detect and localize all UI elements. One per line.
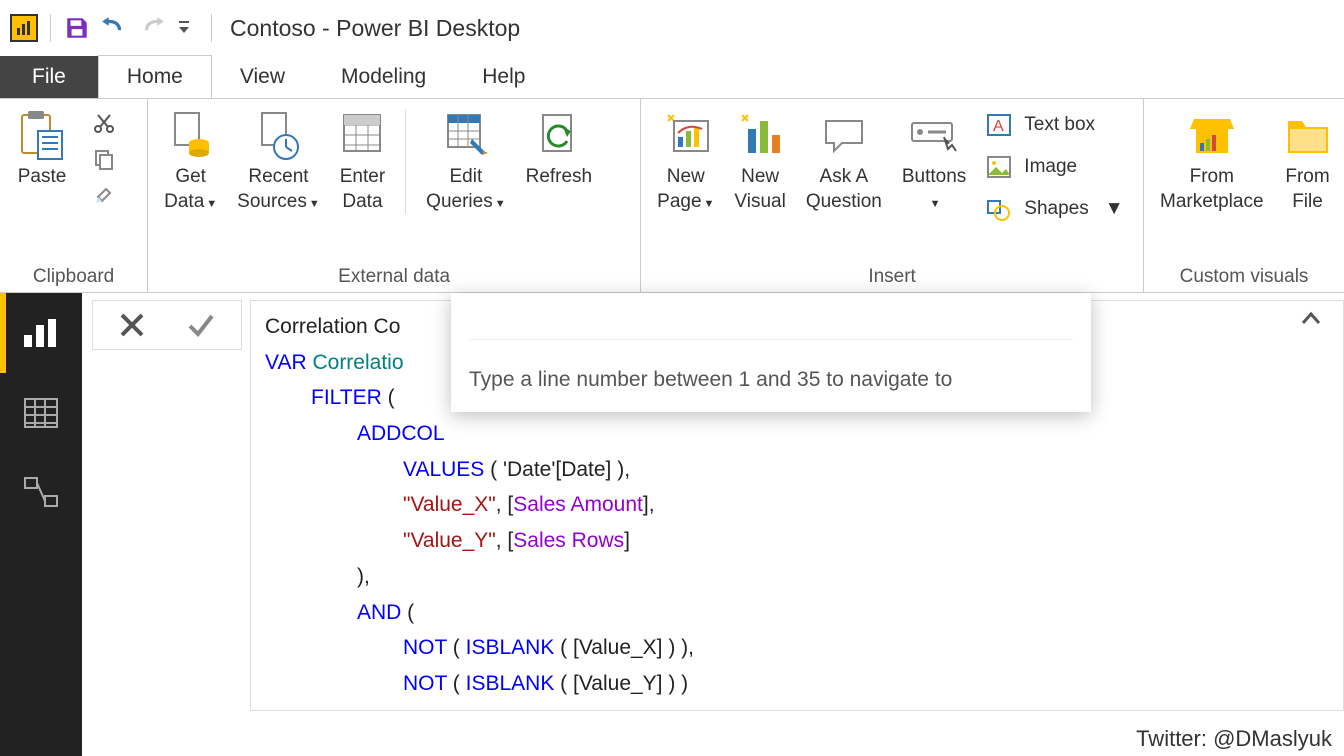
separator (211, 14, 212, 42)
cancel-formula-icon[interactable] (118, 311, 146, 339)
redo-button[interactable] (135, 12, 171, 44)
tab-modeling[interactable]: Modeling (313, 56, 454, 98)
tab-view[interactable]: View (212, 56, 313, 98)
edit-queries-button[interactable]: Edit Queries▼ (420, 105, 511, 218)
recent-sources-button[interactable]: Recent Sources▼ (231, 105, 326, 218)
dax-editor[interactable]: Correlation Co VAR Correlatio FILTER ( A… (250, 300, 1344, 711)
from-marketplace-button[interactable]: From Marketplace (1154, 105, 1270, 218)
formula-bar-region: Correlation Co VAR Correlatio FILTER ( A… (92, 300, 1344, 711)
goto-line-popup: Type a line number between 1 and 35 to n… (451, 293, 1091, 412)
separator (50, 14, 51, 42)
group-label-external: External data (158, 266, 630, 288)
copy-button[interactable] (90, 145, 118, 173)
commit-formula-icon[interactable] (186, 312, 216, 338)
ribbon-tabs: File Home View Modeling Help (0, 56, 1344, 98)
save-button[interactable] (63, 16, 91, 40)
group-label-clipboard: Clipboard (10, 266, 137, 288)
ribbon: Paste Clipboard Get Data▼ Recent Sources… (0, 98, 1344, 293)
enter-data-button[interactable]: Enter Data (334, 105, 391, 218)
window-title: Contoso - Power BI Desktop (230, 15, 520, 42)
image-button[interactable]: Image (984, 147, 1123, 187)
nav-report-view[interactable] (0, 293, 82, 373)
app-icon (10, 14, 38, 42)
get-data-button[interactable]: Get Data▼ (158, 105, 223, 218)
tab-file[interactable]: File (0, 56, 98, 98)
nav-model-view[interactable] (0, 453, 82, 533)
cut-button[interactable] (90, 109, 118, 137)
goto-line-hint: Type a line number between 1 and 35 to n… (469, 340, 1073, 398)
new-page-button[interactable]: New Page▼ (651, 105, 720, 229)
collapse-icon[interactable] (1301, 311, 1321, 325)
paste-button[interactable]: Paste (10, 105, 74, 209)
nav-data-view[interactable] (0, 373, 82, 453)
tab-help[interactable]: Help (454, 56, 553, 98)
group-custom-visuals: From Marketplace From File Custom visual… (1144, 99, 1344, 292)
group-external-data: Get Data▼ Recent Sources▼ Enter Data Edi… (148, 99, 641, 292)
svg-text:A: A (993, 118, 1004, 135)
group-label-insert: Insert (651, 266, 1133, 288)
ask-question-button[interactable]: Ask A Question (800, 105, 888, 229)
formula-actions (92, 300, 242, 350)
qat-dropdown[interactable] (179, 21, 193, 35)
format-painter-button[interactable] (90, 181, 118, 209)
from-file-button[interactable]: From File (1278, 105, 1338, 218)
group-insert: New Page▼ New Visual Ask A Question Butt… (641, 99, 1144, 292)
new-visual-button[interactable]: New Visual (728, 105, 791, 229)
tab-home[interactable]: Home (98, 55, 212, 98)
undo-button[interactable] (95, 12, 131, 44)
title-bar: Contoso - Power BI Desktop (0, 0, 1344, 56)
refresh-button[interactable]: Refresh (520, 105, 599, 218)
twitter-credit: Twitter: @DMaslyuk (1136, 726, 1332, 752)
group-clipboard: Paste Clipboard (0, 99, 148, 292)
buttons-button[interactable]: Buttons▼ (896, 105, 972, 229)
shapes-button[interactable]: Shapes▼ (984, 189, 1123, 229)
goto-line-input[interactable] (469, 303, 1073, 340)
paste-label: Paste (18, 165, 67, 190)
left-nav (0, 293, 82, 756)
group-label-custom: Custom visuals (1154, 266, 1334, 288)
text-box-button[interactable]: A Text box (984, 105, 1123, 145)
